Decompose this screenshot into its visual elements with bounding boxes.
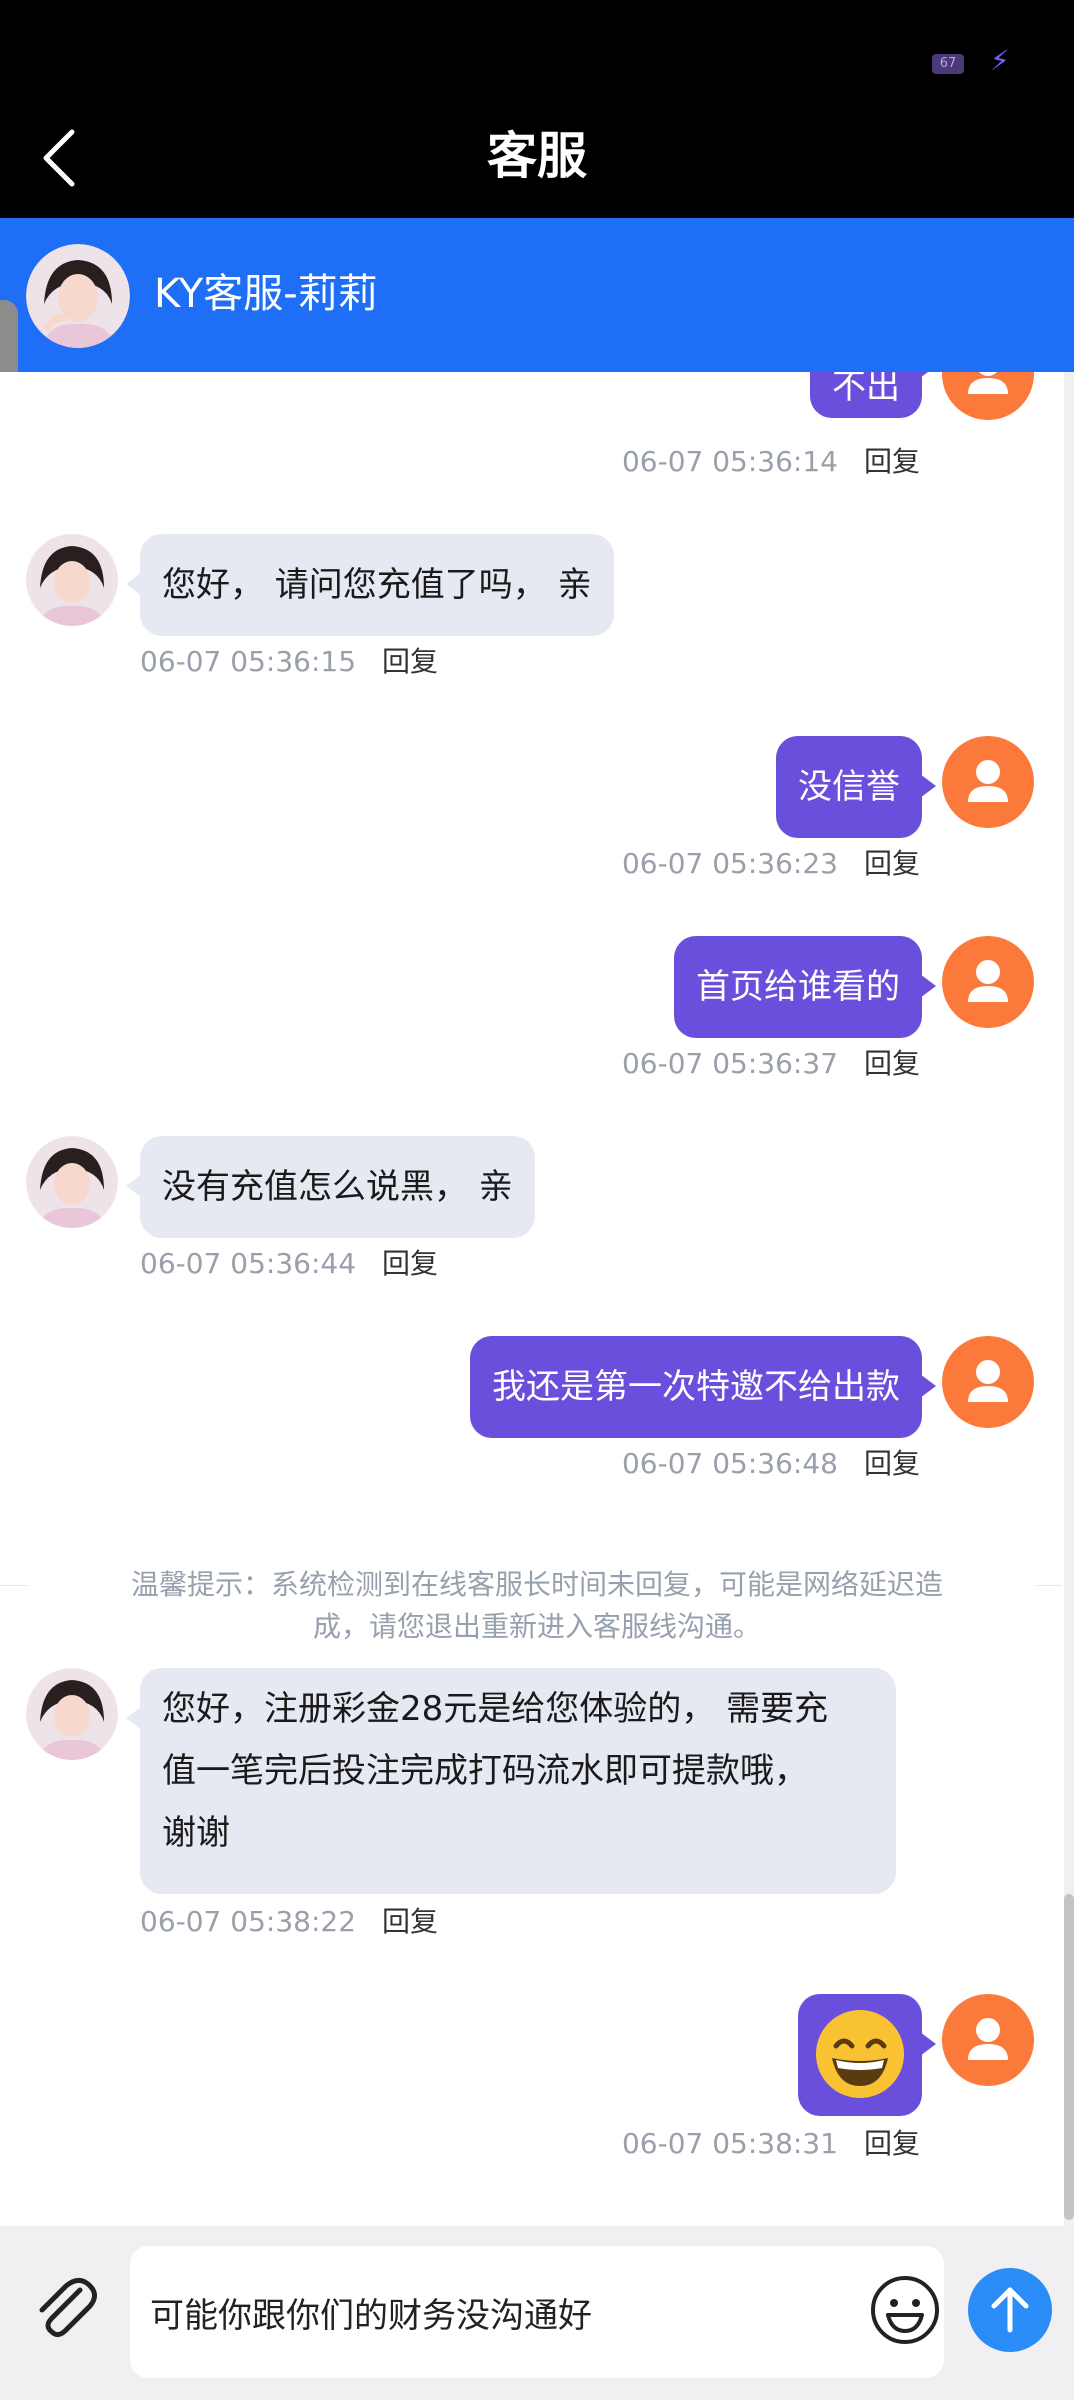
notice-line: 温馨提示：系统检测到在线客服长时间未回复，可能是网络延迟造 <box>130 1568 943 1601</box>
system-notice: 温馨提示：系统检测到在线客服长时间未回复，可能是网络延迟造 成，请您退出重新进入… <box>70 1564 1004 1648</box>
agent-avatar <box>26 534 118 626</box>
message-bubble[interactable]: 没信誉 <box>776 736 936 838</box>
smiley-icon <box>871 2276 939 2344</box>
message-meta: 06-07 05:38:31 回复 <box>622 2124 920 2164</box>
app-header: 客服 <box>0 100 1074 218</box>
message-time: 06-07 05:36:15 <box>140 645 357 678</box>
message-text: 我还是第一次特邀不给出款 <box>492 1367 900 1407</box>
reply-link[interactable]: 回复 <box>864 445 920 478</box>
scrollbar[interactable] <box>1064 372 1074 2226</box>
message-meta: 06-07 05:38:22 回复 <box>140 1902 438 1942</box>
message-text: 不出 <box>832 372 900 407</box>
divider <box>0 1585 28 1586</box>
emoji-message-bubble[interactable] <box>798 1994 936 2116</box>
message-meta: 06-07 05:36:23 回复 <box>622 844 920 884</box>
message-bubble[interactable]: 首页给谁看的 <box>674 936 936 1038</box>
agent-avatar <box>26 1668 118 1760</box>
user-avatar <box>942 1994 1034 2086</box>
charging-icon: ⚡ <box>990 44 1010 77</box>
message-meta: 06-07 05:36:44 回复 <box>140 1244 438 1284</box>
reply-link[interactable]: 回复 <box>864 1047 920 1080</box>
message-text: 首页给谁看的 <box>696 967 900 1007</box>
notice-line: 成，请您退出重新进入客服线沟通。 <box>312 1610 761 1643</box>
send-button[interactable] <box>968 2268 1052 2352</box>
reply-link[interactable]: 回复 <box>382 645 438 678</box>
emoji-button[interactable] <box>868 2273 942 2347</box>
user-avatar <box>942 936 1034 1028</box>
message-bubble[interactable]: 您好，注册彩金28元是给您体验的， 需要充 值一笔完后投注完成打码流水即可提款哦… <box>126 1668 896 1894</box>
message-time: 06-07 05:36:23 <box>621 847 838 880</box>
reply-link[interactable]: 回复 <box>382 1905 438 1938</box>
message-time: 06-07 05:36:14 <box>621 445 838 478</box>
message-text: 没信誉 <box>798 767 900 807</box>
user-avatar <box>942 736 1034 828</box>
chat-area[interactable]: 不出 06-07 05:36:14 回复 您好， 请问您充值了吗， 亲 06-07… <box>0 372 1074 2226</box>
message-composer <box>0 2226 1074 2400</box>
reply-link[interactable]: 回复 <box>382 1247 438 1280</box>
page-title: 客服 <box>487 127 587 185</box>
agent-name: KY客服-莉莉 <box>154 271 378 317</box>
paperclip-icon <box>39 2278 97 2338</box>
agent-avatar <box>26 1136 118 1228</box>
reply-link[interactable]: 回复 <box>864 1447 920 1480</box>
agent-bar: KY客服-莉莉 <box>0 218 1074 372</box>
scrollbar-thumb[interactable] <box>1064 1894 1074 2220</box>
message-time: 06-07 05:36:37 <box>621 1047 838 1080</box>
message-bubble[interactable]: 我还是第一次特邀不给出款 <box>470 1336 936 1438</box>
message-time: 06-07 05:38:22 <box>140 1905 357 1938</box>
grinning-face-icon <box>816 2010 904 2098</box>
message-text: 谢谢 <box>162 1813 230 1853</box>
attach-button[interactable] <box>26 2268 106 2348</box>
message-bubble[interactable]: 您好， 请问您充值了吗， 亲 <box>126 534 614 636</box>
message-text: 值一笔完后投注完成打码流水即可提款哦， <box>162 1751 808 1791</box>
divider <box>1036 1585 1062 1586</box>
message-bubble[interactable]: 没有充值怎么说黑， 亲 <box>126 1136 535 1238</box>
message-time: 06-07 05:36:48 <box>621 1447 838 1480</box>
message-time: 06-07 05:38:31 <box>621 2127 838 2160</box>
battery-icon: 67 <box>932 54 964 74</box>
message-meta: 06-07 05:36:14 回复 <box>622 442 920 482</box>
message-meta: 06-07 05:36:48 回复 <box>622 1444 920 1484</box>
arrow-up-icon <box>991 2287 1029 2333</box>
status-bar: 67 ⚡ <box>0 0 1074 100</box>
message-input[interactable] <box>130 2246 944 2378</box>
user-avatar <box>942 372 1034 420</box>
reply-link[interactable]: 回复 <box>864 847 920 880</box>
message-meta: 06-07 05:36:37 回复 <box>622 1044 920 1084</box>
message-text: 您好， 请问您充值了吗， 亲 <box>162 565 592 605</box>
user-avatar <box>942 1336 1034 1428</box>
message-text: 您好，注册彩金28元是给您体验的， 需要充 <box>162 1689 829 1729</box>
message-time: 06-07 05:36:44 <box>140 1247 357 1280</box>
message-bubble[interactable]: 不出 <box>810 372 936 418</box>
message-text: 没有充值怎么说黑， 亲 <box>162 1167 513 1207</box>
agent-avatar <box>26 244 130 348</box>
message-meta: 06-07 05:36:15 回复 <box>140 642 438 682</box>
reply-link[interactable]: 回复 <box>864 2127 920 2160</box>
